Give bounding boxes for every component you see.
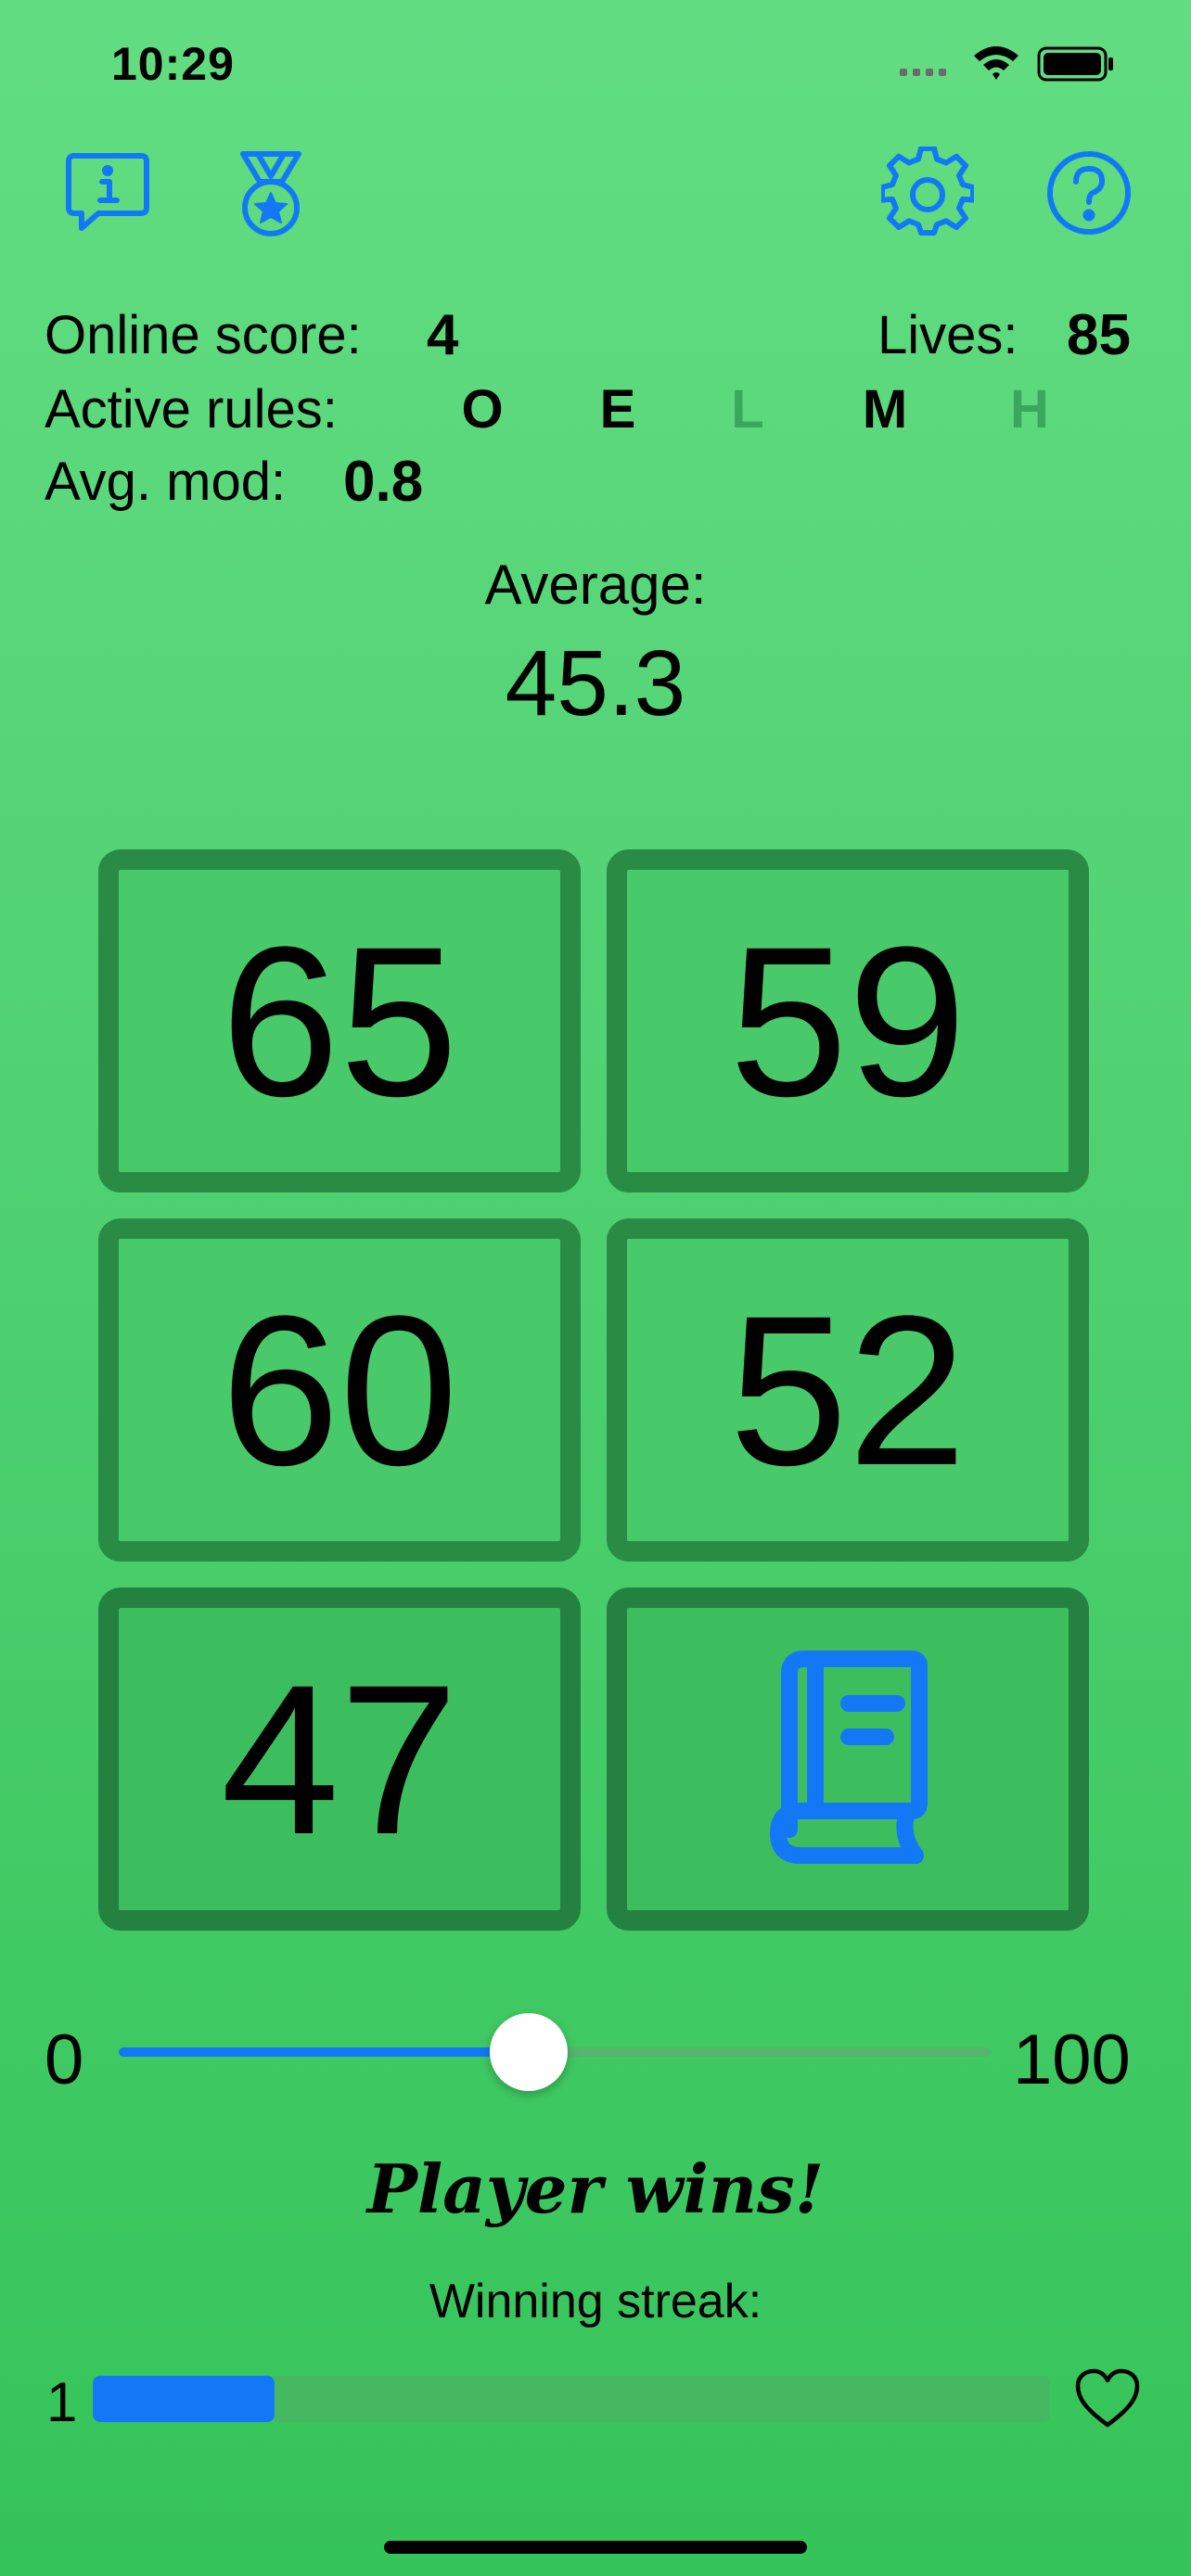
battery-icon xyxy=(1037,46,1113,82)
average-label: Average: xyxy=(484,554,707,616)
streak-count: 1 xyxy=(46,2371,78,2433)
heart-icon xyxy=(1074,2367,1141,2430)
status-icons xyxy=(900,41,1122,87)
lives-label: Lives: xyxy=(877,305,1018,365)
slider-thumb[interactable] xyxy=(489,2013,568,2091)
wifi-icon xyxy=(974,46,1018,80)
result-message: Player wins! xyxy=(366,2149,825,2228)
rule-l: L xyxy=(731,379,764,440)
rulebook-button[interactable] xyxy=(607,1588,1089,1931)
rule-m: M xyxy=(862,379,908,440)
rule-e: E xyxy=(599,379,636,440)
info-bubble-icon[interactable] xyxy=(61,147,154,239)
rule-o: O xyxy=(461,379,504,440)
lives-value: 85 xyxy=(1067,303,1131,367)
book-icon xyxy=(770,1651,928,1864)
number-card-5[interactable]: 47 xyxy=(98,1588,581,1931)
slider-max-label: 100 xyxy=(1013,2021,1131,2099)
gear-icon[interactable] xyxy=(881,147,974,239)
online-score-label: Online score: xyxy=(45,305,362,365)
medal-icon[interactable] xyxy=(224,147,317,239)
slider-fill xyxy=(119,2047,529,2057)
streak-label: Winning streak: xyxy=(429,2275,762,2328)
active-rules-label: Active rules: xyxy=(45,379,338,440)
number-card-1[interactable]: 65 xyxy=(98,849,581,1192)
number-card-3[interactable]: 60 xyxy=(98,1218,581,1562)
avg-mod-label: Avg. mod: xyxy=(45,452,287,512)
signal-icon xyxy=(900,69,946,76)
average-value: 45.3 xyxy=(505,631,686,735)
online-score-value: 4 xyxy=(427,303,459,367)
status-time: 10:29 xyxy=(111,38,235,90)
streak-progress-fill xyxy=(93,2376,275,2422)
number-card-2[interactable]: 59 xyxy=(607,849,1089,1192)
slider-min-label: 0 xyxy=(45,2021,84,2099)
home-indicator xyxy=(384,2541,807,2554)
avg-mod-value: 0.8 xyxy=(343,450,424,514)
question-icon[interactable] xyxy=(1043,147,1135,239)
number-card-4[interactable]: 52 xyxy=(607,1218,1089,1562)
rule-h: H xyxy=(1010,379,1049,440)
